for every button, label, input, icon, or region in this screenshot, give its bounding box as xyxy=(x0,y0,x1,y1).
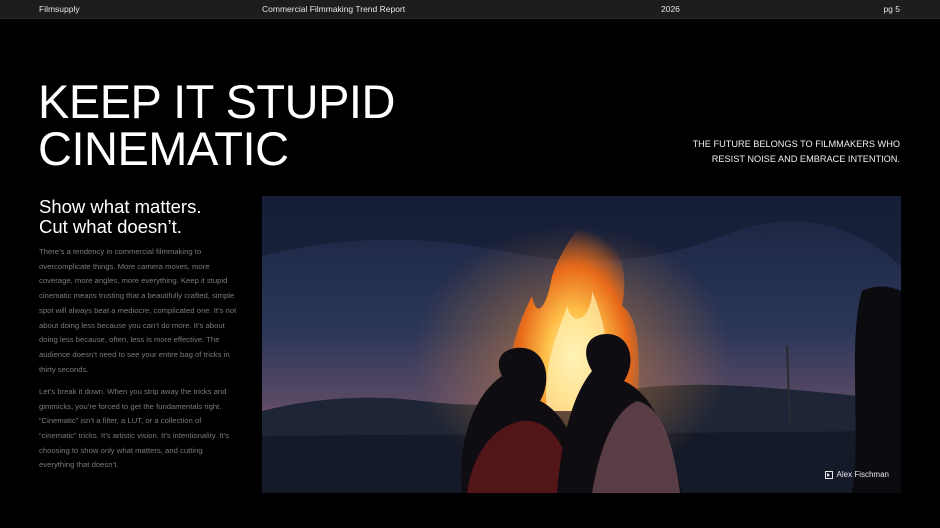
tagline-line-2: RESIST NOISE AND EMBRACE INTENTION. xyxy=(711,154,900,164)
tagline-line-1: THE FUTURE BELONGS TO FILMMAKERS WHO xyxy=(692,139,900,149)
article-body: There’s a tendency in commercial filmmak… xyxy=(39,245,239,481)
report-title: Commercial Filmmaking Trend Report xyxy=(262,4,406,14)
page-title-line-2: CINEMATIC xyxy=(38,122,289,175)
subhead-line-2: Cut what doesn’t. xyxy=(39,216,182,237)
photo-credit: Alex Fischman xyxy=(824,470,889,479)
page-title-line-1: KEEP IT STUPID xyxy=(38,75,395,128)
report-year: 2026 xyxy=(661,4,680,14)
subhead-line-1: Show what matters. xyxy=(39,196,202,217)
bonfire-photo-illustration xyxy=(262,196,901,493)
play-square-icon xyxy=(824,470,833,479)
top-bar: Filmsupply Commercial Filmmaking Trend R… xyxy=(0,0,940,19)
tagline: THE FUTURE BELONGS TO FILMMAKERS WHO RES… xyxy=(640,137,900,167)
photo-credit-name: Alex Fischman xyxy=(836,470,889,479)
section-subhead: Show what matters. Cut what doesn’t. xyxy=(39,197,259,237)
body-paragraph-2: Let’s break it down. When you strip away… xyxy=(39,386,229,470)
hero-photo: Alex Fischman xyxy=(262,196,901,493)
brand-name: Filmsupply xyxy=(39,4,80,14)
body-paragraph-1: There’s a tendency in commercial filmmak… xyxy=(39,247,237,374)
page-number: pg 5 xyxy=(883,4,900,14)
page-title: KEEP IT STUPID CINEMATIC xyxy=(38,78,395,172)
